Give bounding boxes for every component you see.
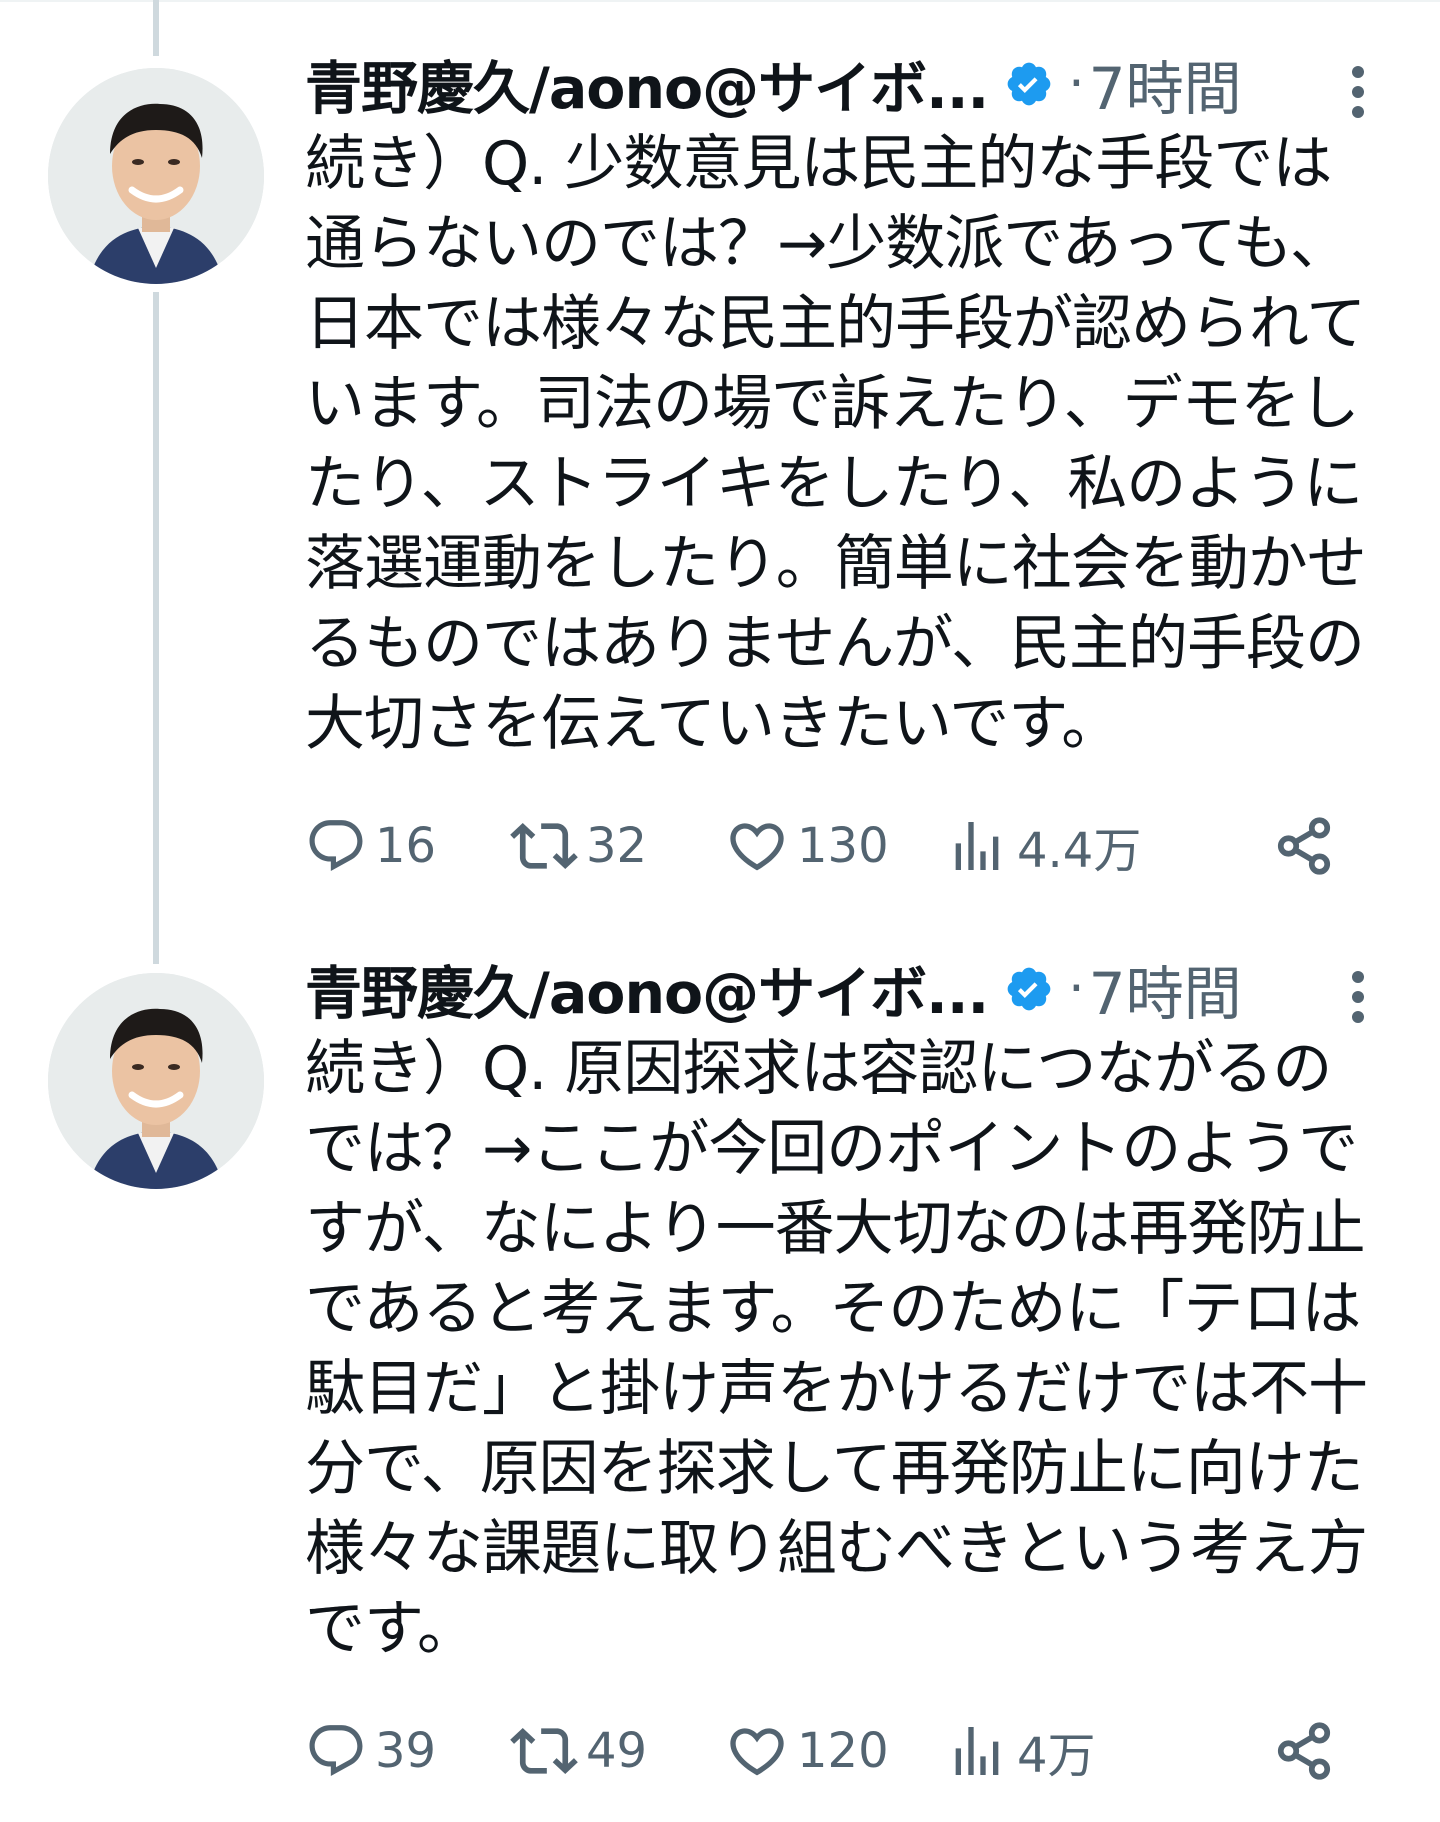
separator-dot: · <box>1068 959 1085 1019</box>
verified-badge-icon <box>1004 59 1054 109</box>
views-count: 4.4万 <box>1017 823 1142 879</box>
tweet-text-line: たり、ストライキをしたり、私のように <box>305 449 1363 519</box>
retweet-button[interactable]: 49 <box>510 1711 647 1791</box>
tweet-text-line: 様々な課題に取り組むべきという考え方 <box>305 1514 1368 1584</box>
tweet-text-line: すが、なにより一番大切なのは再発防止 <box>305 1194 1366 1264</box>
retweet-icon <box>510 1727 578 1775</box>
share-button[interactable] <box>1273 806 1335 886</box>
more-icon[interactable] <box>1338 52 1378 132</box>
heart-icon <box>730 823 784 871</box>
tweet-text-line: 続き）Q. 少数意見は民主的な手段では <box>305 129 1332 199</box>
tweet-1[interactable]: 青野慶久/aono@サイボ... · 7時間 続き）Q. 少数意見は民主的な手段… <box>0 0 1440 960</box>
share-button[interactable] <box>1273 1711 1335 1791</box>
share-icon <box>1277 1722 1331 1780</box>
tweet-text-line: 大切さを伝えていきたいです。 <box>305 689 1121 759</box>
tweet-text-line: るものではありませんが、民主的手段の <box>305 609 1365 679</box>
more-icon[interactable] <box>1338 957 1378 1037</box>
retweet-count: 49 <box>586 1723 648 1779</box>
avatar[interactable] <box>48 973 264 1189</box>
separator-dot: · <box>1068 54 1085 114</box>
like-button[interactable]: 120 <box>725 1711 889 1791</box>
tweet-header: 青野慶久/aono@サイボ... · 7時間 <box>305 44 1405 124</box>
reply-icon <box>309 1725 363 1777</box>
share-icon <box>1277 817 1331 875</box>
tweet-2[interactable]: 青野慶久/aono@サイボ... · 7時間 続き）Q. 原因探求は容認につなが… <box>0 905 1440 1822</box>
heart-icon <box>730 1728 784 1776</box>
author-name[interactable]: 青野慶久/aono@サイボ... <box>305 948 989 1030</box>
views-button[interactable]: 4万 <box>945 1711 1096 1791</box>
tweet-text: 続き）Q. 少数意見は民主的な手段では 通らないのでは？→少数派であっても、 日… <box>305 124 1405 764</box>
tweet-text-line: では？→ここが今回のポイントのようで <box>305 1114 1358 1184</box>
reply-count: 39 <box>375 1723 437 1779</box>
retweet-icon <box>510 822 578 870</box>
like-count: 130 <box>797 818 889 874</box>
tweet-actions: 16 32 130 4.4万 <box>305 806 1405 886</box>
like-button[interactable]: 130 <box>725 806 889 886</box>
timestamp[interactable]: 7時間 <box>1089 42 1242 126</box>
views-button[interactable]: 4.4万 <box>945 806 1141 886</box>
tweet-text-line: 落選運動をしたり。簡単に社会を動かせ <box>305 529 1367 599</box>
tweet-text-line: 駄目だ」と掛け声をかけるだけでは不十 <box>305 1354 1368 1424</box>
reply-button[interactable]: 39 <box>305 1711 436 1791</box>
author-name[interactable]: 青野慶久/aono@サイボ... <box>305 43 989 125</box>
avatar[interactable] <box>48 68 264 284</box>
retweet-count: 32 <box>586 818 648 874</box>
tweet-text: 続き）Q. 原因探求は容認につながるの では？→ここが今回のポイントのようで す… <box>305 1029 1405 1669</box>
tweet-text-line: 通らないのでは？→少数派であっても、 <box>305 209 1350 279</box>
tweet-text-line: です。 <box>305 1594 477 1664</box>
retweet-button[interactable]: 32 <box>510 806 647 886</box>
reply-count: 16 <box>375 818 437 874</box>
tweet-text-line: います。司法の場で訴えたり、デモをし <box>305 369 1360 439</box>
views-icon <box>955 1727 999 1775</box>
tweet-header: 青野慶久/aono@サイボ... · 7時間 <box>305 949 1405 1029</box>
views-icon <box>955 822 999 870</box>
timestamp[interactable]: 7時間 <box>1089 947 1242 1031</box>
tweet-text-line: 続き）Q. 原因探求は容認につながるの <box>305 1034 1332 1104</box>
tweet-text-line: 日本では様々な民主的手段が認められて <box>305 289 1366 359</box>
reply-icon <box>309 820 363 872</box>
verified-badge-icon <box>1004 964 1054 1014</box>
like-count: 120 <box>797 1723 889 1779</box>
tweet-actions: 39 49 120 4万 <box>305 1711 1405 1791</box>
reply-button[interactable]: 16 <box>305 806 436 886</box>
tweet-text-line: 分で、原因を探求して再発防止に向けた <box>305 1434 1364 1504</box>
tweet-text-line: であると考えます。そのために「テロは <box>305 1274 1361 1344</box>
views-count: 4万 <box>1017 1728 1096 1784</box>
